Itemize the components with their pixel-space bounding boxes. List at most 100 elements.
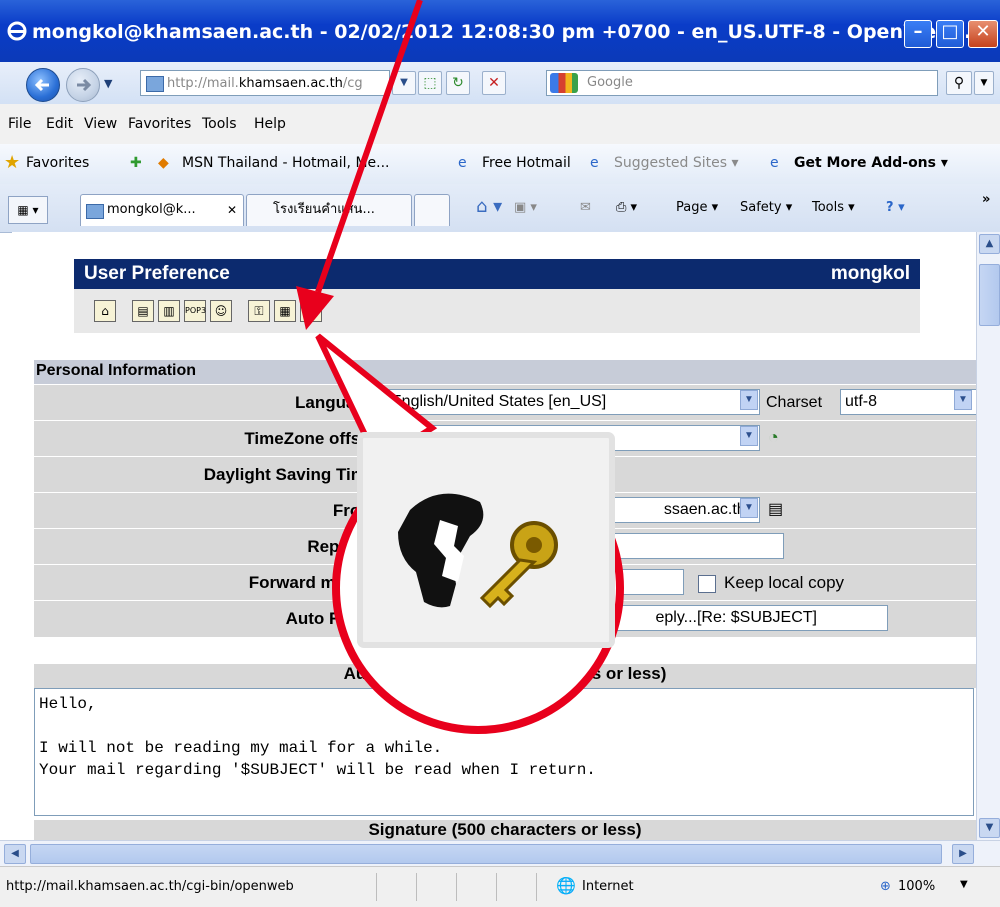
tab-mongkol[interactable]: mongkol@k... ✕ [80, 194, 244, 226]
print-icon[interactable]: ⎙ ▾ [616, 200, 637, 215]
reply-to-label: Reply-to: [307, 537, 381, 556]
auto-reply-label: Auto Reply: [285, 609, 381, 628]
vertical-scroll-thumb[interactable] [979, 264, 1000, 326]
menu-view[interactable]: View [84, 116, 117, 132]
favorite-free-hotmail[interactable]: Free Hotmail [482, 155, 571, 171]
zoom-icon: ⊕ [880, 879, 891, 894]
favorites-button[interactable]: Favorites [26, 155, 89, 171]
auto-reply-subject-input[interactable]: eply...[Re: $SUBJECT] [386, 605, 888, 631]
language-dropdown-icon[interactable]: ▼ [740, 390, 758, 410]
keep-local-copy-label: Keep local copy [724, 573, 845, 592]
page-title: User Preference [84, 263, 230, 284]
menu-file[interactable]: File [8, 116, 31, 132]
close-button[interactable]: ✕ [968, 20, 998, 48]
search-options-icon[interactable]: ▼ [974, 71, 994, 95]
address-prefix: http://mail. [167, 76, 239, 91]
favorites-bar: ★ Favorites ✚ ◆ MSN Thailand - Hotmail, … [0, 144, 1000, 185]
auto-reply-row: Auto Reply: eply...[Re: $SUBJECT] [34, 600, 976, 637]
search-icon[interactable]: ⚲ [946, 71, 972, 95]
refresh-icon[interactable]: ↻ [446, 71, 470, 95]
timezone-dropdown-icon[interactable]: ▼ [740, 426, 758, 446]
timezone-clock-icon[interactable]: ◔ [768, 427, 779, 448]
page-content: User Preference mongkol ⌂ ▤ ▥ POP3 ☺ ⚿ ▦… [12, 232, 976, 840]
scroll-left-icon[interactable]: ◀ [4, 844, 26, 864]
security-zone[interactable]: Internet [582, 879, 634, 894]
menu-help[interactable]: Help [254, 116, 286, 132]
user-preference-header: User Preference mongkol [74, 259, 920, 289]
feeds-icon[interactable]: ▣ ▾ [514, 200, 537, 215]
forward-mail-input[interactable] [386, 569, 684, 595]
status-url: http://mail.khamsaen.ac.th/cgi-bin/openw… [6, 879, 294, 894]
back-to-folder-icon[interactable]: ⌂ [94, 300, 116, 322]
user-icon[interactable]: ☺ [210, 300, 232, 322]
address-domain: khamsaen.ac.th [238, 76, 343, 91]
preference-toolbar: ⌂ ▤ ▥ POP3 ☺ ⚿ ▦ i [74, 289, 920, 333]
timezone-label: TimeZone offset: [244, 429, 381, 448]
zoom-dropdown-icon[interactable]: ▼ [960, 879, 968, 890]
horizontal-scroll-thumb[interactable] [30, 844, 942, 864]
from-select[interactable]: ssaen.ac.th> [386, 497, 760, 523]
auto-reply-textarea[interactable]: Hello, I will not be reading my mail for… [34, 688, 974, 816]
language-select[interactable]: English/United States [en_US] [386, 389, 760, 415]
status-divider [456, 873, 457, 901]
pop3-icon[interactable]: POP3 [184, 300, 206, 322]
menu-tools[interactable]: Tools [202, 116, 237, 132]
tools-menu[interactable]: Tools ▾ [812, 200, 855, 215]
page-menu[interactable]: Page ▾ [676, 200, 718, 215]
forward-button[interactable] [66, 68, 100, 102]
quick-tabs-icon[interactable]: ▦ ▾ [8, 196, 48, 224]
vertical-scrollbar[interactable]: ▲ ▼ [976, 232, 1000, 840]
compatibility-view-icon[interactable]: ⬚ [418, 71, 442, 95]
status-divider [376, 873, 377, 901]
tab-khamsaen-school[interactable]: โรงเรียนคำแสน... [246, 194, 412, 226]
tab-mongkol-label: mongkol@k... [107, 202, 196, 217]
calendar-icon[interactable]: ▦ [274, 300, 296, 322]
scroll-down-icon[interactable]: ▼ [979, 818, 1000, 838]
ie-page-icon: e [458, 155, 467, 171]
home-icon[interactable]: ⌂ ▾ [476, 196, 502, 217]
history-dropdown-icon[interactable]: ▼ [104, 77, 112, 90]
charset-dropdown-icon[interactable]: ▼ [954, 390, 972, 410]
address-book-icon[interactable]: ▤ [132, 300, 154, 322]
tab-khamsaen-label: โรงเรียนคำแสน... [273, 202, 375, 217]
maximize-button[interactable]: □ [936, 20, 964, 48]
reply-to-row: Reply-to: [34, 528, 976, 565]
timezone-row: TimeZone offset: ▼ ◔ [34, 420, 976, 457]
auto-reply-text-label: Auto Reply Text (500 characters or less) [34, 664, 976, 688]
from-address-book-icon[interactable]: ▤ [768, 499, 783, 519]
scroll-up-icon[interactable]: ▲ [979, 234, 1000, 254]
safety-menu[interactable]: Safety ▾ [740, 200, 792, 215]
address-dropdown-icon[interactable]: ▼ [392, 71, 416, 95]
help-icon[interactable]: ? ▾ [886, 200, 905, 215]
tab-close-icon[interactable]: ✕ [227, 195, 237, 225]
suggested-sites-button[interactable]: Suggested Sites ▾ [614, 155, 739, 171]
page-favicon-icon [146, 76, 164, 92]
toolbar-overflow-icon[interactable]: » [982, 192, 990, 207]
info-icon[interactable]: i [300, 300, 322, 322]
back-button[interactable] [26, 68, 60, 102]
horizontal-scrollbar[interactable]: ◀ ▶ [0, 840, 1000, 867]
filter-icon[interactable]: ▥ [158, 300, 180, 322]
scroll-right-icon[interactable]: ▶ [952, 844, 974, 864]
suggested-sites-icon: e [590, 155, 599, 171]
status-divider [536, 873, 537, 901]
read-mail-icon[interactable]: ✉ [580, 200, 591, 215]
minimize-button[interactable]: – [904, 20, 932, 48]
get-more-addons-button[interactable]: Get More Add-ons ▾ [794, 155, 948, 171]
timezone-select[interactable] [386, 425, 760, 451]
stop-icon[interactable]: ✕ [482, 71, 506, 95]
reply-to-input[interactable] [386, 533, 784, 559]
search-input[interactable]: Google [546, 70, 938, 96]
zoom-level[interactable]: 100% [898, 879, 935, 894]
keep-local-copy-checkbox[interactable] [698, 575, 716, 593]
menu-favorites[interactable]: Favorites [128, 116, 191, 132]
favorite-msn-thailand[interactable]: MSN Thailand - Hotmail, Me... [182, 155, 389, 171]
address-bar[interactable]: http://mail.khamsaen.ac.th/cg [140, 70, 390, 96]
add-favorite-icon[interactable]: ✚ [130, 155, 142, 171]
menu-edit[interactable]: Edit [46, 116, 73, 132]
change-password-icon[interactable]: ⚿ [248, 300, 270, 322]
new-tab-button[interactable] [414, 194, 450, 226]
maximize-icon: □ [941, 21, 959, 42]
status-bar: http://mail.khamsaen.ac.th/cgi-bin/openw… [0, 866, 1000, 907]
from-dropdown-icon[interactable]: ▼ [740, 498, 758, 518]
